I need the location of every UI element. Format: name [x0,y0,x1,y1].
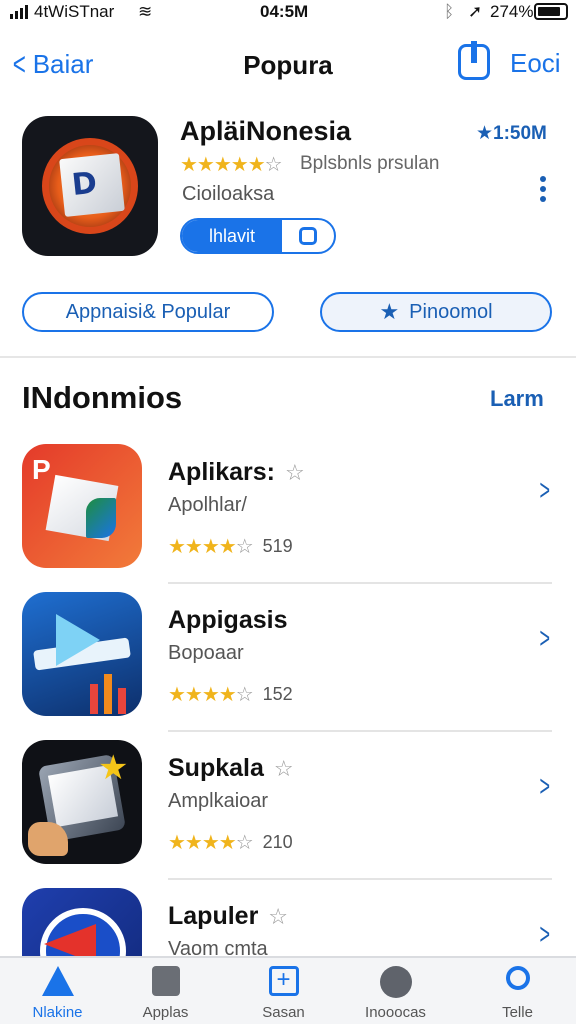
section-title: INdonmios [22,380,183,415]
popular-apps-button[interactable]: Appnaisi& Popular [22,292,274,332]
edit-button[interactable]: Eoci [510,48,561,79]
featured-app-name[interactable]: ApläiNonesia [180,116,351,147]
list-item[interactable]: Lapuler ☆ Vaom cmta > [0,888,576,956]
chevron-right-icon[interactable]: > [540,622,551,656]
list-item[interactable]: ★ Supkala ☆ Amplkaioar ★★★★ ☆ 210 > [0,740,576,888]
featured-rating-stars: ★★★★★☆ [180,154,283,176]
clock: 04:5M [260,2,309,21]
app-name: Lapuler ☆ [168,902,289,930]
divider [168,878,552,880]
battery-icon [534,3,568,20]
promoted-button[interactable]: ★ Pinoomol [320,292,552,332]
rating-count: 210 [262,832,293,852]
download-cloud-icon[interactable] [282,220,334,252]
more-options-icon[interactable] [540,176,546,206]
install-label: lhlavit [182,220,282,252]
tab-apps[interactable]: Applas [108,958,223,1024]
app-name: Supkala ☆ [168,754,294,782]
app-icon[interactable] [22,592,142,716]
install-button[interactable]: lhlavit [180,218,336,254]
app-icon[interactable]: ★ [22,740,142,864]
list-item[interactable]: Appigasis Bopoaar ★★★★ ☆ 152 > [0,592,576,740]
star-outline-icon: ☆ [284,459,305,485]
star-outline-icon: ☆ [273,755,294,781]
updates-icon [379,966,412,998]
search-icon [505,966,530,990]
carrier-label: 4tWiSTnar [34,2,115,21]
app-subtitle: Apolhlar/ [168,494,247,516]
location-icon: ➚ [468,2,483,21]
app-name: Aplikars: ☆ [168,458,305,486]
navigation-bar: < Baiar Popura Eoci [0,36,576,92]
tab-search[interactable]: Telle [460,958,575,1024]
tab-featured[interactable]: Nlakine [0,958,115,1024]
featured-app-subtitle: Bplsbnls prsulan [300,153,440,174]
featured-app-icon[interactable]: D [22,116,158,256]
featured-app-size: ★1:50M [476,123,547,144]
tab-add[interactable]: + Sasan [226,958,341,1024]
wifi-icon: ≋ [138,2,153,21]
divider [168,582,552,584]
app-subtitle: Bopoaar [168,642,244,664]
tab-bar: Nlakine Applas + Sasan Inooocas Telle [0,956,576,1024]
bluetooth-icon: ᛒ [444,2,455,21]
app-subtitle: Amplkaioar [168,790,269,812]
star-outline-icon: ☆ [268,903,289,929]
featured-app-developer: Cioiloaksa [182,183,275,205]
section-see-all-link[interactable]: Larm [490,386,544,412]
app-name: Appigasis [168,606,288,634]
app-icon[interactable] [22,888,142,956]
app-rating: ★★★★ ☆ 152 [168,684,293,706]
add-icon: + [268,966,299,996]
star-icon: ★ [379,299,400,324]
apps-bag-icon [151,966,180,996]
rating-count: 152 [262,684,293,704]
tab-updates[interactable]: Inooocas [338,958,453,1024]
chevron-right-icon[interactable]: > [540,918,551,952]
rating-count: 519 [262,536,293,556]
divider [168,730,552,732]
app-subtitle: Vaom cmta [168,938,268,956]
battery-percent: 274% [490,2,534,21]
list-item[interactable]: P Aplikars: ☆ Apolhlar/ ★★★★ ☆ 519 > [0,444,576,592]
app-icon[interactable]: P [22,444,142,568]
divider [0,356,576,358]
chevron-right-icon[interactable]: > [540,770,551,804]
signal-icon [10,5,28,19]
featured-star-icon [41,966,74,996]
status-bar: 4tWiSTnar ≋ 04:5M ᛒ ➚ 274% [0,0,576,26]
share-icon[interactable] [458,41,490,80]
chevron-right-icon[interactable]: > [540,474,551,508]
app-rating: ★★★★ ☆ 210 [168,832,293,854]
app-rating: ★★★★ ☆ 519 [168,536,293,558]
